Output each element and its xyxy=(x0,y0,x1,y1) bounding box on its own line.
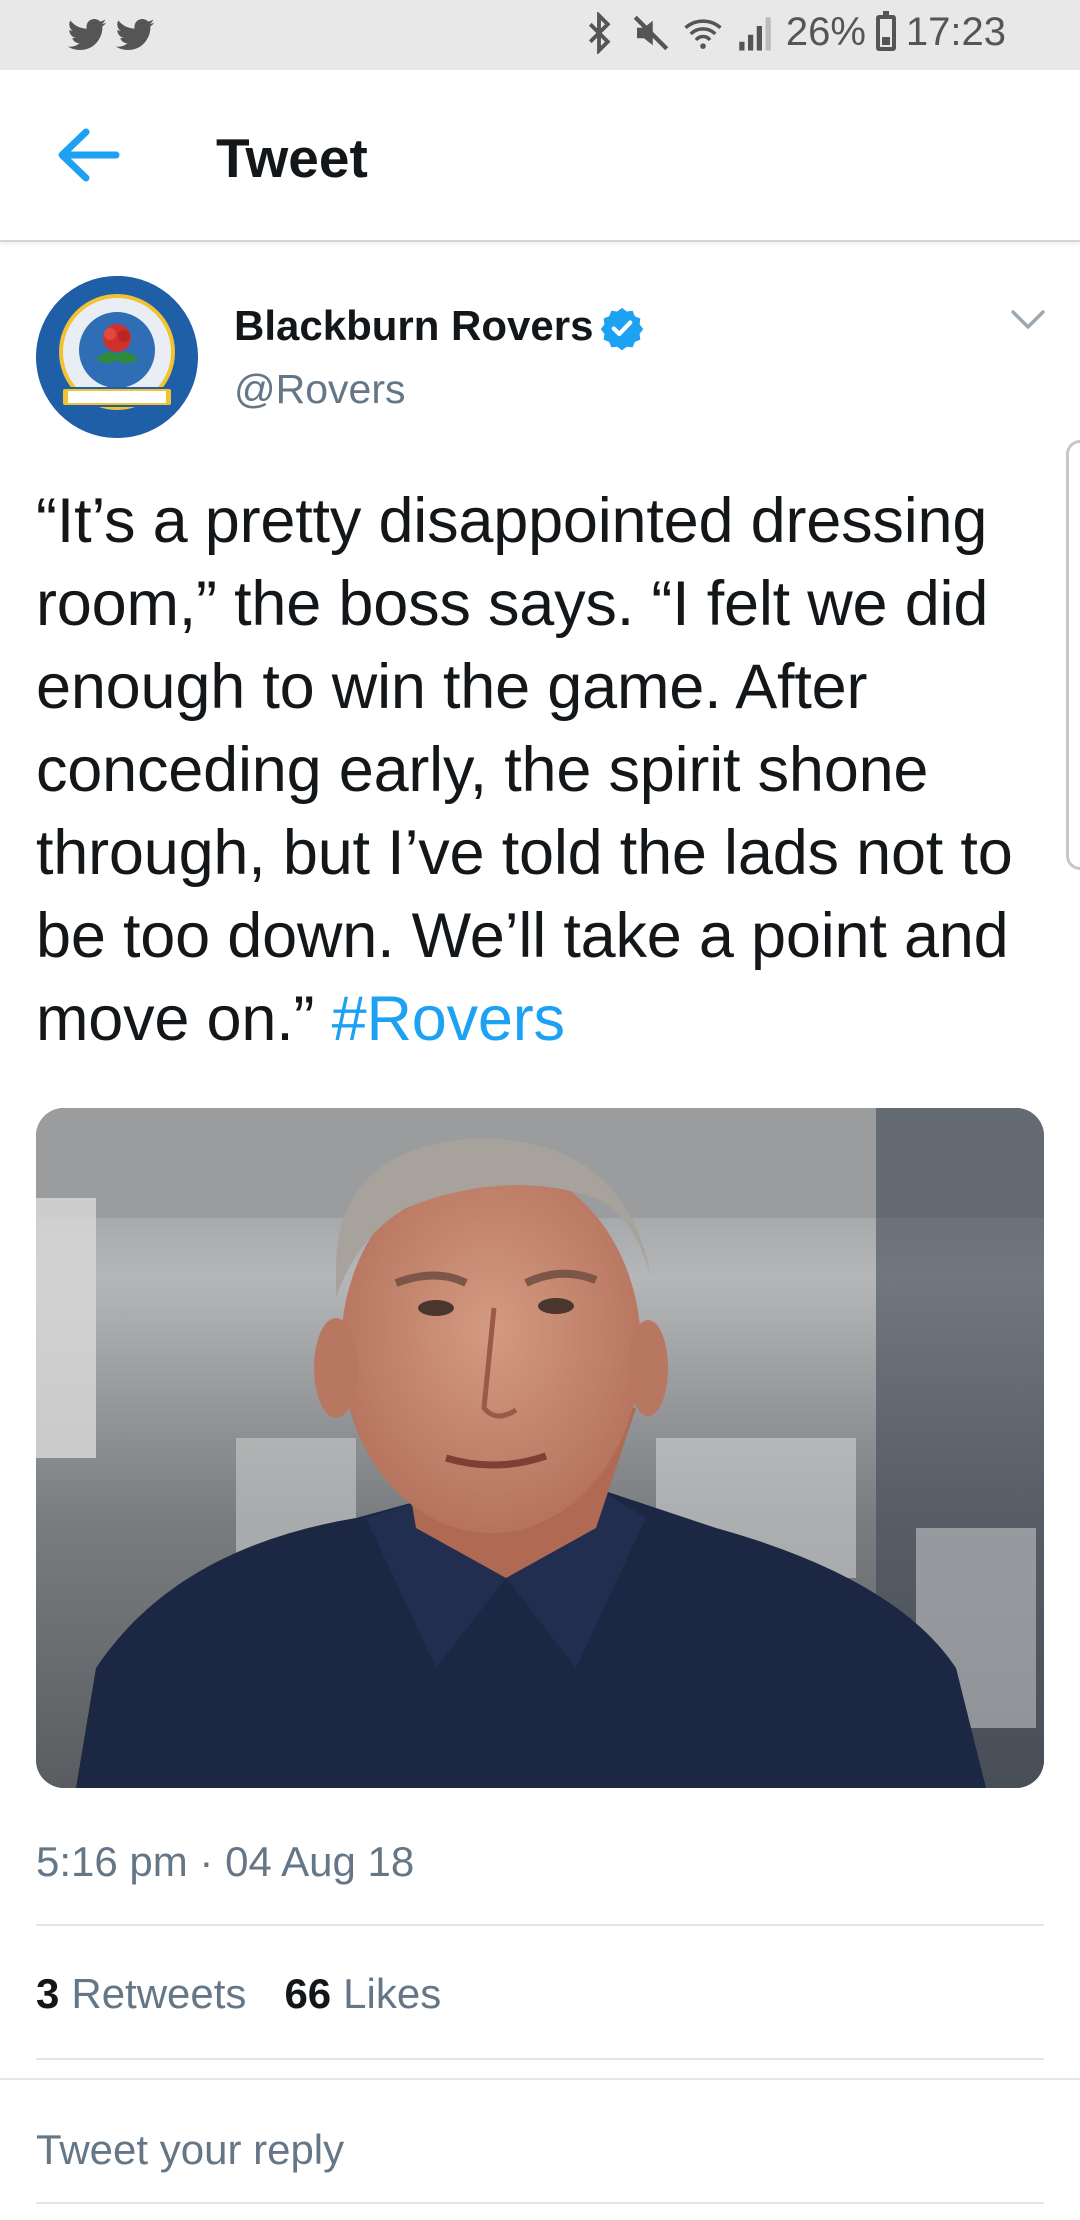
verified-badge-icon xyxy=(600,307,644,350)
battery-icon xyxy=(875,10,896,51)
author-name[interactable]: Blackburn Rovers xyxy=(234,302,593,350)
clock: 17:23 xyxy=(905,10,1006,54)
divider xyxy=(0,2078,1080,2080)
battery-percent: 26% xyxy=(785,10,866,54)
tweet-stats: 3 Retweets 66 Likes xyxy=(36,1970,441,2018)
tweet-body: “It’s a pretty disappointed dressing roo… xyxy=(36,486,1013,1054)
blackburn-rovers-crest-icon xyxy=(36,276,198,438)
mute-icon xyxy=(633,15,669,50)
wifi-icon xyxy=(684,18,722,49)
divider xyxy=(36,1924,1044,1926)
twitter-notification-icon xyxy=(67,18,107,51)
tweet-photo[interactable] xyxy=(36,1108,1044,1788)
edge-panel-handle[interactable] xyxy=(1066,440,1080,870)
hashtag-link[interactable]: #Rovers xyxy=(332,984,565,1054)
avatar[interactable] xyxy=(36,276,198,438)
page-title: Tweet xyxy=(216,127,368,189)
likes-stat[interactable]: 66 Likes xyxy=(284,1970,441,2018)
retweets-count: 3 xyxy=(36,1970,60,2017)
notification-icons xyxy=(66,14,156,56)
likes-count: 66 xyxy=(284,1970,332,2017)
retweets-label: Retweets xyxy=(71,1970,247,2017)
chevron-down-icon[interactable] xyxy=(1010,308,1046,332)
signal-icon xyxy=(739,16,771,50)
back-arrow-icon[interactable] xyxy=(54,122,124,188)
twitter-notification-icon xyxy=(115,18,155,51)
system-icons: 26% 17:23 xyxy=(578,10,1006,55)
author-handle[interactable]: @Rovers xyxy=(234,366,406,413)
photo-illustration xyxy=(36,1108,1044,1788)
tweet-text: “It’s a pretty disappointed dressing roo… xyxy=(36,480,1056,1061)
reply-underline xyxy=(36,2202,1044,2204)
retweets-stat[interactable]: 3 Retweets xyxy=(36,1970,246,2018)
app-header: Tweet xyxy=(0,70,1080,242)
bluetooth-icon xyxy=(588,11,611,54)
divider xyxy=(36,2058,1044,2060)
likes-label: Likes xyxy=(343,1970,442,2017)
tweet-timestamp: 5:16 pm · 04 Aug 18 xyxy=(36,1838,415,1885)
reply-input[interactable]: Tweet your reply xyxy=(36,2126,344,2174)
status-bar: 26% 17:23 xyxy=(0,0,1080,70)
